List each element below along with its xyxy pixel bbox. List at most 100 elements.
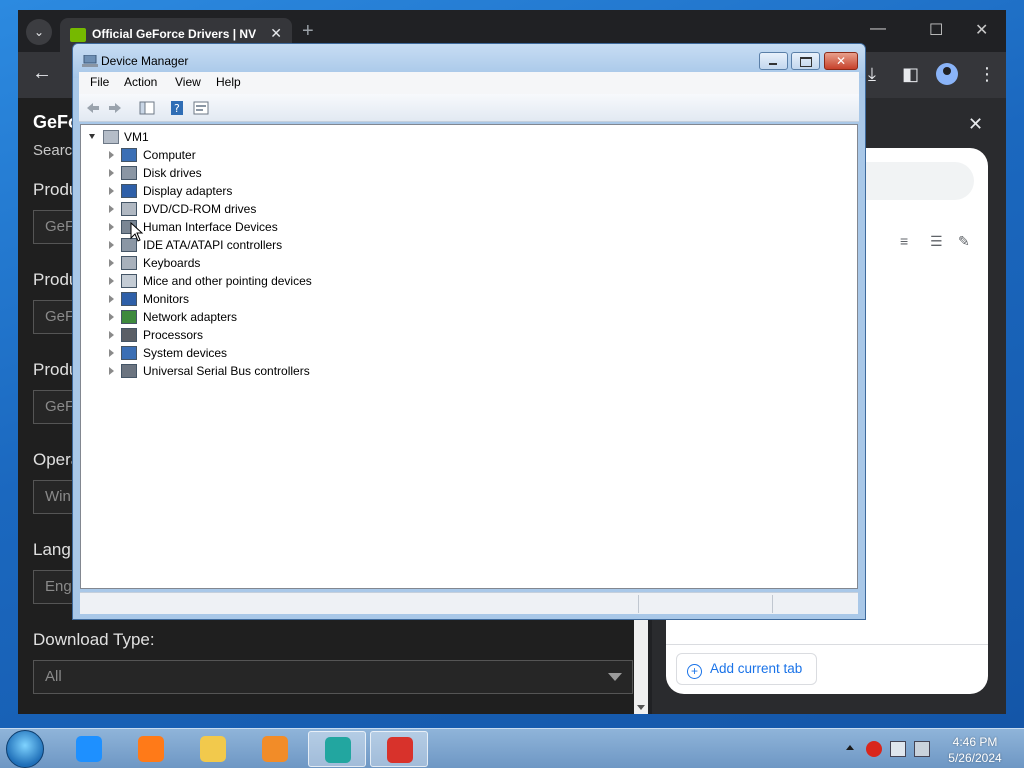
window-maximize-button[interactable]: ☐ [929,20,943,40]
monitor-icon [121,292,137,306]
menu-help[interactable]: Help [216,75,241,89]
tree-item-label: DVD/CD-ROM drives [143,202,257,216]
menu-view[interactable]: View [175,75,201,89]
download-icon[interactable]: ⤓ [868,64,876,85]
tab-title: Official GeForce Drivers | NVIDIA [92,27,256,41]
add-circle-icon: + [687,664,702,679]
minimize-button[interactable] [759,52,788,70]
expand-arrow-icon[interactable] [109,295,114,303]
expand-arrow-icon[interactable] [109,331,114,339]
tree-item-label: Computer [143,148,196,162]
tree-item-label: Human Interface Devices [143,220,278,234]
clock-time: 4:46 PM [952,735,998,749]
tree-item-label: Network adapters [143,310,238,324]
add-current-tab-button[interactable]: + Add current tab [676,653,818,685]
download-type-label: Download Type: [33,630,155,649]
status-bar [80,592,858,614]
tree-item-label: Mice and other pointing devices [143,274,312,288]
tab-close-icon[interactable]: ✕ [270,25,282,42]
expand-arrow-icon[interactable] [109,259,114,267]
sort-icon[interactable]: ≡ [900,233,908,249]
edit-pencil-icon[interactable]: ✎ [958,233,970,250]
computer-icon [121,148,137,162]
download-type-select[interactable]: All [33,660,633,694]
profile-avatar-icon[interactable] [936,63,958,85]
back-arrow-icon[interactable] [85,100,101,116]
scroll-down-arrow-icon[interactable] [637,705,645,710]
nvidia-favicon-icon [70,28,86,42]
collapse-arrow-icon[interactable] [89,134,95,139]
taskbar: 4:46 PM 5/26/2024 [0,728,1024,768]
language-label: Lang [33,540,71,559]
tree-root-label: VM1 [124,130,149,144]
page-subtitle: Searc [33,142,73,159]
maximize-button[interactable] [791,52,820,70]
forward-arrow-icon[interactable] [107,100,123,116]
svg-text:?: ? [174,102,180,115]
show-hidden-icons-arrow-icon[interactable] [846,745,854,750]
tree-item-label: IDE ATA/ATAPI controllers [143,238,283,252]
antivirus-tray-icon[interactable] [866,741,882,757]
side-panel-icon[interactable]: ◧ [902,64,919,85]
tree-item-label: Processors [143,328,204,342]
status-bar-separator [772,595,773,613]
taskbar-browser[interactable] [308,731,366,767]
system-clock[interactable]: 4:46 PM 5/26/2024 [942,734,1008,766]
list-view-icon[interactable]: ☰ [930,233,943,250]
network-adapter-icon [121,310,137,324]
processor-icon [121,328,137,342]
menu-file[interactable]: File [90,75,109,89]
mouse-cursor-icon [130,222,144,242]
window-close-button[interactable]: ✕ [975,20,988,40]
add-current-tab-label: Add current tab [710,661,803,676]
tree-item-label: Keyboards [143,256,201,270]
tree-item-label: System devices [143,346,228,360]
dropdown-arrow-icon [608,673,622,681]
start-button[interactable] [6,730,44,768]
menu-bar: File Action View Help [79,72,859,94]
status-bar-separator [638,595,639,613]
network-tray-icon[interactable] [890,741,906,757]
taskbar-toolbox[interactable] [370,731,428,767]
expand-arrow-icon[interactable] [109,349,114,357]
new-tab-button[interactable]: + [302,21,314,41]
menu-action[interactable]: Action [124,75,157,89]
expand-arrow-icon[interactable] [109,367,114,375]
side-panel-close-icon[interactable]: ✕ [968,114,983,135]
clock-date: 5/26/2024 [948,751,1002,765]
device-manager-app-icon [82,55,98,67]
folder-icon [200,736,226,762]
expand-arrow-icon[interactable] [109,223,114,231]
media-player-icon [262,736,288,762]
download-type-value: All [45,668,62,685]
disk-drive-icon [121,166,137,180]
taskbar-file-explorer[interactable] [184,731,242,767]
expand-arrow-icon[interactable] [109,241,114,249]
expand-arrow-icon[interactable] [109,151,114,159]
device-manager-title: Device Manager [101,54,189,68]
display-adapter-icon [121,184,137,198]
taskbar-firefox[interactable] [122,731,180,767]
taskbar-internet-explorer[interactable] [60,731,118,767]
expand-arrow-icon[interactable] [109,277,114,285]
show-hide-console-tree-icon[interactable] [139,100,155,116]
firefox-icon [138,736,164,762]
window-minimize-button[interactable]: — [870,20,886,38]
more-menu-icon[interactable]: ⋮ [978,64,996,85]
back-arrow-icon[interactable]: ← [32,62,52,85]
expand-arrow-icon[interactable] [109,169,114,177]
expand-arrow-icon[interactable] [109,205,114,213]
properties-icon[interactable] [193,100,209,116]
browser-app-icon [325,737,351,763]
volume-muted-tray-icon[interactable] [914,741,930,757]
taskbar-media-player[interactable] [246,731,304,767]
tab-search-button[interactable]: ⌄ [26,19,52,45]
expand-arrow-icon[interactable] [109,187,114,195]
close-button[interactable]: ✕ [824,52,858,70]
expand-arrow-icon[interactable] [109,313,114,321]
mouse-icon [121,274,137,288]
help-book-icon[interactable]: ? [169,100,185,116]
tree-item-label: Display adapters [143,184,233,198]
side-panel-footer: + Add current tab [666,644,988,694]
computer-root-icon [103,130,119,144]
